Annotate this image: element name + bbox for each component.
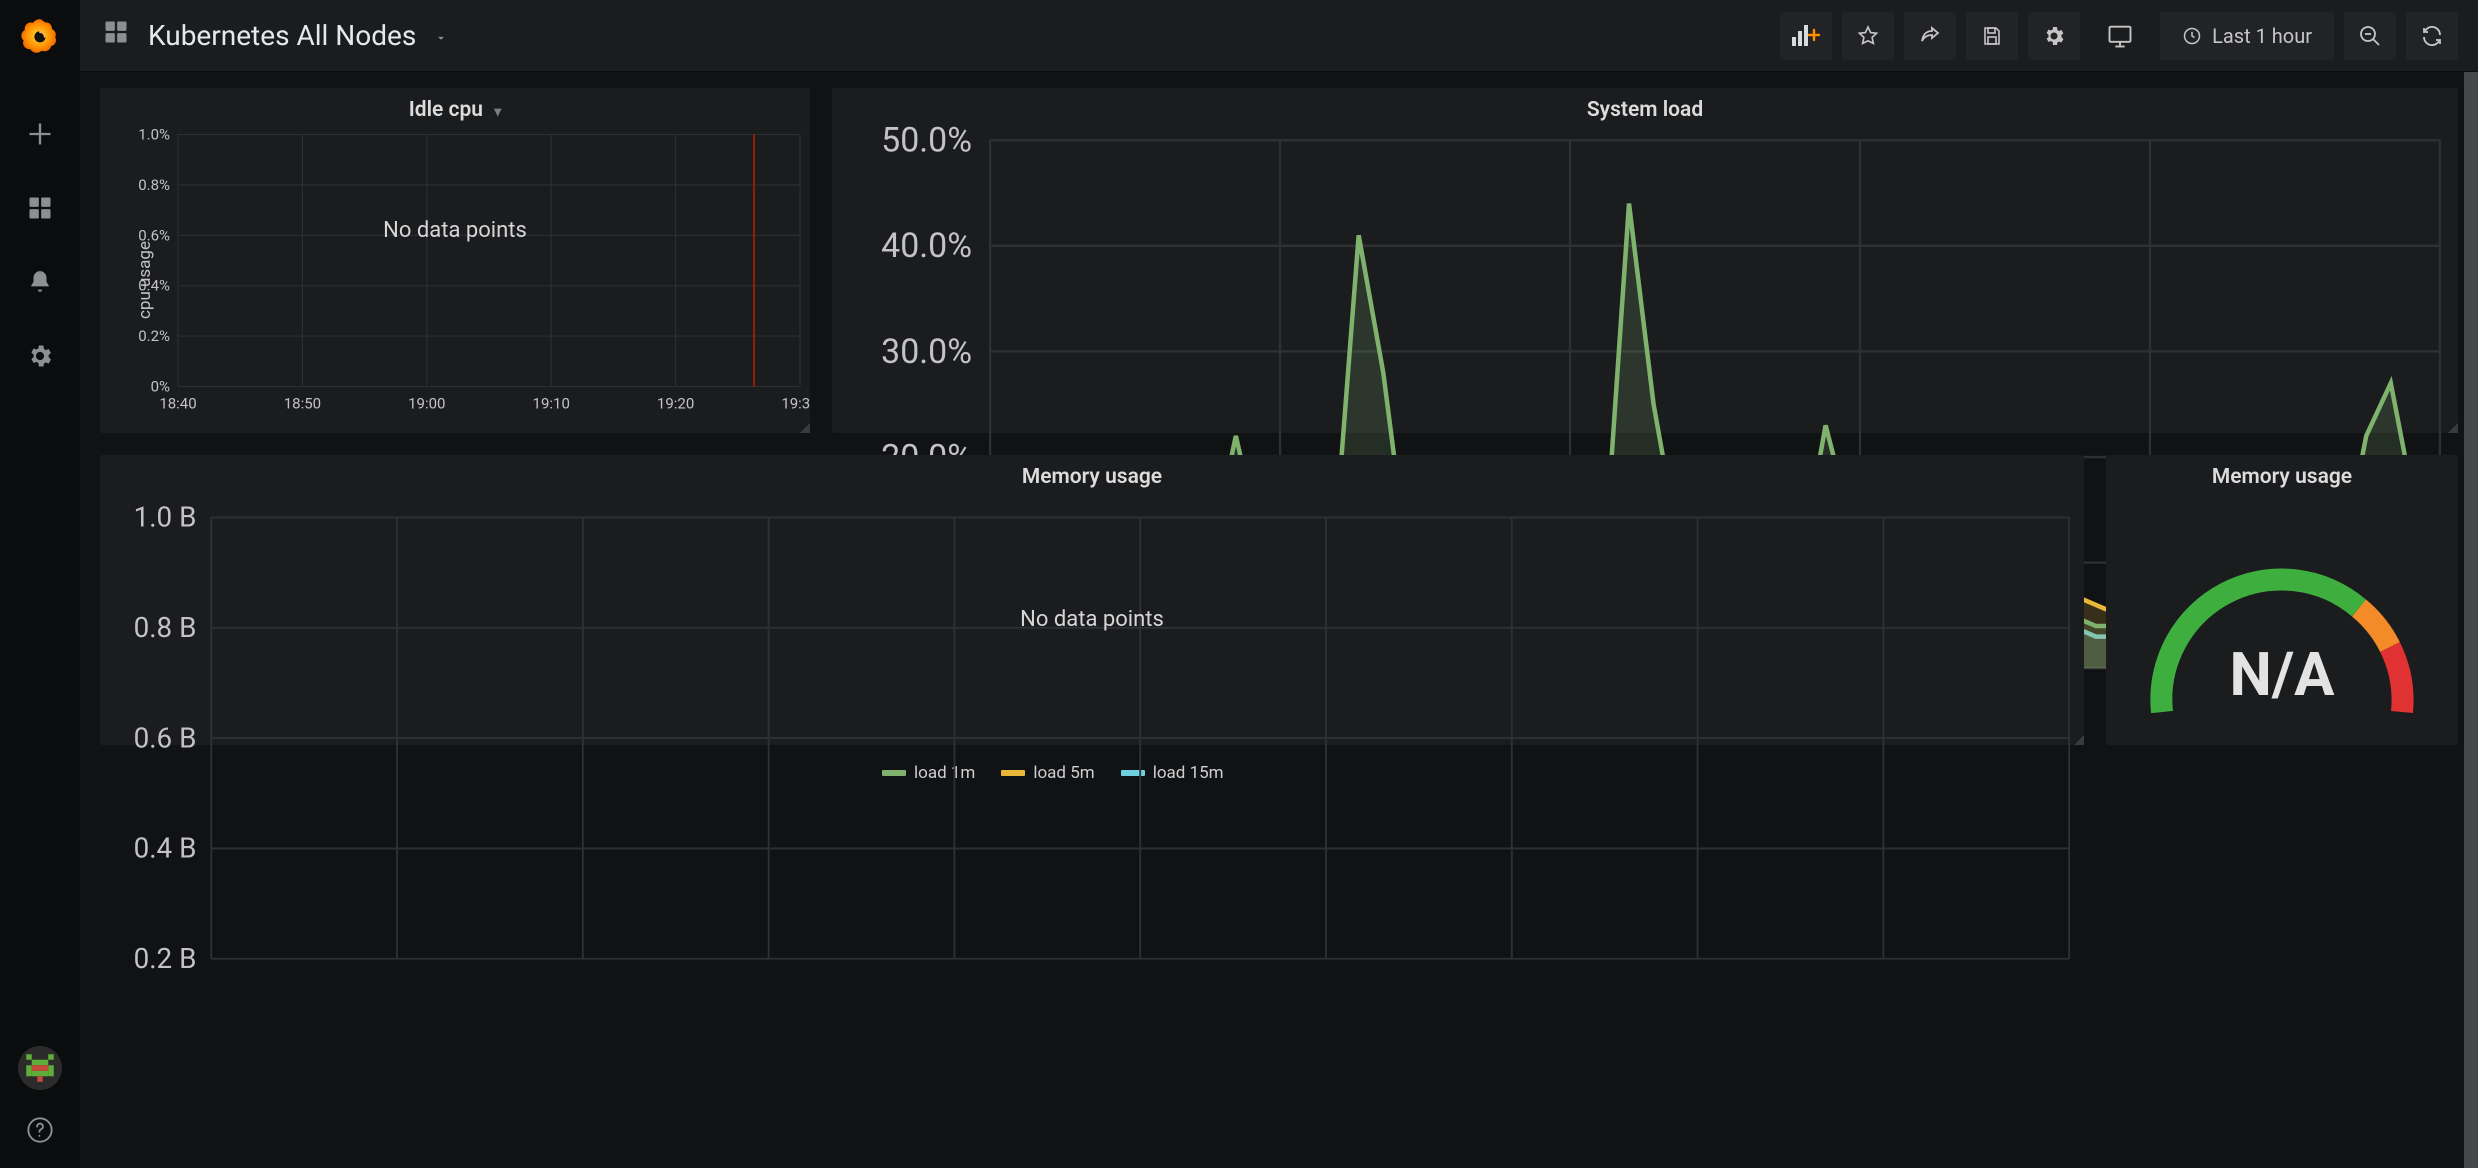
dashboard-title-button[interactable]: Kubernetes All Nodes [102,18,448,53]
no-data-message: No data points [100,218,810,243]
gauge-value: N/A [2106,639,2458,710]
panel-memory-usage[interactable]: Memory usage 0.2 B0.4 B0.6 B0.8 B1.0 B N… [100,455,2084,745]
save-button[interactable] [1966,12,2018,60]
time-range-label: Last 1 hour [2212,24,2312,48]
panel-system-load[interactable]: System load 0%10.0%20.0%30.0%40.0%50.0%1… [832,88,2458,433]
time-range-button[interactable]: Last 1 hour [2160,12,2334,60]
svg-text:0%: 0% [151,378,170,396]
configuration-icon[interactable] [16,332,64,380]
svg-text:0.6 B: 0.6 B [134,721,197,754]
sidebar [0,0,80,1168]
svg-text:19:30: 19:30 [781,395,810,413]
panel-title-system-load: System load [832,88,2458,122]
kiosk-button[interactable] [2090,12,2150,60]
svg-text:0.2%: 0.2% [138,327,170,345]
dashboard-title: Kubernetes All Nodes [148,19,416,52]
svg-text:18:50: 18:50 [284,395,321,413]
chart-idle-cpu: 0%0.2%0.4%0.6%0.8%1.0%18:4018:5019:0019:… [100,122,810,437]
y-axis-label: cpu usage [135,241,155,319]
help-icon[interactable] [20,1110,60,1150]
no-data-message: No data points [100,607,2084,632]
svg-text:0.4 B: 0.4 B [134,832,197,865]
panel-memory-gauge[interactable]: Memory usage N/A [2106,455,2458,745]
panel-idle-cpu[interactable]: Idle cpu ▾ cpu usage 0%0.2%0.4%0.6%0.8%1… [100,88,810,433]
grafana-logo[interactable] [16,12,64,60]
chevron-down-icon: ▾ [494,104,501,120]
svg-text:30.0%: 30.0% [881,332,972,372]
svg-text:19:10: 19:10 [533,395,570,413]
add-panel-button[interactable] [1780,12,1832,60]
refresh-button[interactable] [2406,12,2458,60]
panel-title-idle-cpu: Idle cpu [409,98,483,122]
chevron-down-icon [434,19,448,52]
svg-text:19:20: 19:20 [657,395,694,413]
dashboard-grid-icon [102,18,130,53]
svg-text:0.2 B: 0.2 B [134,942,197,975]
panel-title-memory: Memory usage [100,455,2084,489]
zoom-out-button[interactable] [2344,12,2396,60]
svg-text:19:00: 19:00 [408,395,445,413]
svg-text:40.0%: 40.0% [881,226,972,266]
alerting-icon[interactable] [16,258,64,306]
chart-memory-usage: 0.2 B0.4 B0.6 B0.8 B1.0 B [100,489,2084,976]
scrollbar[interactable] [2464,72,2478,1168]
settings-button[interactable] [2028,12,2080,60]
share-button[interactable] [1904,12,1956,60]
topbar: Kubernetes All Nodes Last 1 hour [80,0,2478,72]
svg-text:0.8%: 0.8% [138,176,170,194]
user-avatar[interactable] [18,1046,62,1090]
svg-text:1.0%: 1.0% [138,126,170,144]
clock-icon [2182,26,2202,46]
main: Kubernetes All Nodes Last 1 hour [80,0,2478,1168]
star-button[interactable] [1842,12,1894,60]
dashboards-icon[interactable] [16,184,64,232]
panel-title-gauge: Memory usage [2106,455,2458,489]
dashboard-body: Idle cpu ▾ cpu usage 0%0.2%0.4%0.6%0.8%1… [80,72,2478,1168]
create-icon[interactable] [16,110,64,158]
svg-text:1.0 B: 1.0 B [134,501,197,534]
svg-text:18:40: 18:40 [159,395,196,413]
svg-text:50.0%: 50.0% [881,122,972,161]
